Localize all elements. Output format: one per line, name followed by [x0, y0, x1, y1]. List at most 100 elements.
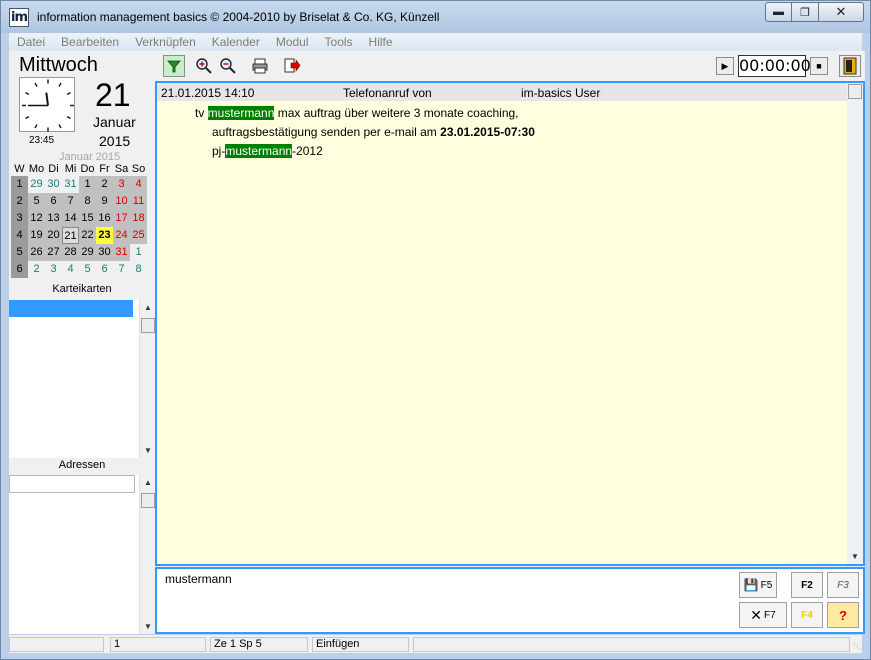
calendar-day[interactable]: 14: [62, 210, 79, 227]
adressen-list[interactable]: ▲ ▼: [9, 475, 155, 634]
calendar-day[interactable]: 8: [79, 193, 96, 210]
calendar-day-selected[interactable]: 21: [62, 227, 79, 244]
calendar-week-number[interactable]: 4: [11, 227, 28, 244]
search-input[interactable]: mustermann: [165, 572, 232, 586]
export-button[interactable]: [281, 55, 303, 77]
f3-button[interactable]: F3: [827, 572, 859, 598]
note-text-area[interactable]: tv mustermann max auftrag über weitere 3…: [157, 101, 847, 564]
calendar-day[interactable]: 27: [45, 244, 62, 261]
calendar-day[interactable]: 1: [79, 176, 96, 193]
timer-display: 00:00:00: [738, 55, 811, 77]
calendar-day[interactable]: 30: [45, 176, 62, 193]
menu-bar: Datei Bearbeiten Verknüpfen Kalender Mod…: [9, 33, 862, 51]
calendar-day[interactable]: 4: [130, 176, 147, 193]
calendar-day[interactable]: 24: [113, 227, 130, 244]
menu-tools[interactable]: Tools: [317, 35, 361, 49]
timer-stop-button[interactable]: ■: [810, 57, 828, 75]
timer-start-button[interactable]: ▶: [716, 57, 734, 75]
calendar-day[interactable]: 8: [130, 261, 147, 278]
calendar-week-number[interactable]: 5: [11, 244, 28, 261]
scroll-thumb[interactable]: [141, 318, 155, 333]
calendar-day[interactable]: 6: [96, 261, 113, 278]
exit-button[interactable]: [839, 55, 861, 77]
note-scrollbar[interactable]: ▼: [847, 83, 863, 564]
export-icon: [284, 58, 301, 73]
calendar-day[interactable]: 3: [113, 176, 130, 193]
calendar-day[interactable]: 16: [96, 210, 113, 227]
door-exit-icon: [843, 57, 857, 75]
scroll-down-icon[interactable]: ▼: [847, 549, 863, 564]
scroll-up-icon[interactable]: ▲: [140, 475, 156, 490]
calendar-day[interactable]: 2: [96, 176, 113, 193]
button-label: F2: [801, 579, 813, 591]
save-button[interactable]: 💾 F5: [739, 572, 777, 598]
app-logo-icon[interactable]: im: [9, 8, 29, 27]
calendar-day[interactable]: 29: [79, 244, 96, 261]
karteikarten-list[interactable]: ▲ ▼: [9, 300, 155, 458]
scroll-thumb[interactable]: [848, 84, 862, 99]
calendar-day[interactable]: 13: [45, 210, 62, 227]
calendar-day[interactable]: 20: [45, 227, 62, 244]
close-button[interactable]: ✕: [819, 2, 864, 22]
calendar-day[interactable]: 4: [62, 261, 79, 278]
calendar-day[interactable]: 29: [28, 176, 45, 193]
calendar-day[interactable]: 30: [96, 244, 113, 261]
calendar-day[interactable]: 11: [130, 193, 147, 210]
calendar-day[interactable]: 7: [62, 193, 79, 210]
calendar-day[interactable]: 10: [113, 193, 130, 210]
menu-datei[interactable]: Datei: [9, 35, 53, 49]
menu-modul[interactable]: Modul: [268, 35, 317, 49]
print-button[interactable]: [249, 55, 271, 77]
clock-tick: [58, 124, 62, 129]
f4-button[interactable]: F4: [791, 602, 823, 628]
menu-verknuepfen[interactable]: Verknüpfen: [127, 35, 204, 49]
zoom-out-button[interactable]: [217, 55, 239, 77]
scroll-up-icon[interactable]: ▲: [140, 300, 156, 315]
calendar-week-number[interactable]: 3: [11, 210, 28, 227]
maximize-button[interactable]: ❐: [792, 2, 819, 22]
menu-hilfe[interactable]: Hilfe: [361, 35, 401, 49]
calendar-day[interactable]: 28: [62, 244, 79, 261]
scroll-thumb[interactable]: [141, 493, 155, 508]
f2-button[interactable]: F2: [791, 572, 823, 598]
calendar-day[interactable]: 3: [45, 261, 62, 278]
help-button[interactable]: ?: [827, 602, 859, 628]
filter-button[interactable]: [163, 55, 185, 77]
cancel-button[interactable]: ✕ F7: [739, 602, 787, 628]
calendar-day-today[interactable]: 23: [96, 227, 113, 244]
calendar-day[interactable]: 25: [130, 227, 147, 244]
zoom-in-button[interactable]: [193, 55, 215, 77]
calendar-day[interactable]: 17: [113, 210, 130, 227]
calendar-day[interactable]: 7: [113, 261, 130, 278]
calendar-day[interactable]: 1: [130, 244, 147, 261]
calendar-day[interactable]: 31: [62, 176, 79, 193]
calendar-day[interactable]: 26: [28, 244, 45, 261]
calendar-day[interactable]: 18: [130, 210, 147, 227]
calendar-day[interactable]: 19: [28, 227, 45, 244]
analog-clock: [19, 77, 75, 132]
calendar-day[interactable]: 9: [96, 193, 113, 210]
scroll-down-icon[interactable]: ▼: [140, 443, 156, 458]
calendar-day[interactable]: 2: [28, 261, 45, 278]
calendar-week-number[interactable]: 6: [11, 261, 28, 278]
calendar-day[interactable]: 6: [45, 193, 62, 210]
resize-grip-icon[interactable]: ⋱: [851, 642, 861, 652]
calendar-day[interactable]: 5: [28, 193, 45, 210]
menu-kalender[interactable]: Kalender: [204, 35, 268, 49]
menu-bearbeiten[interactable]: Bearbeiten: [53, 35, 127, 49]
stop-icon: ■: [816, 61, 822, 71]
karteikarten-scrollbar[interactable]: ▲ ▼: [139, 300, 155, 458]
calendar-day[interactable]: 12: [28, 210, 45, 227]
calendar-week-number[interactable]: 2: [11, 193, 28, 210]
title-bar[interactable]: im information management basics © 2004-…: [1, 1, 870, 33]
minimize-button[interactable]: ▬: [765, 2, 792, 22]
calendar-day[interactable]: 22: [79, 227, 96, 244]
calendar-day[interactable]: 15: [79, 210, 96, 227]
scroll-down-icon[interactable]: ▼: [140, 619, 156, 634]
adressen-search-input[interactable]: [9, 475, 135, 493]
calendar-day[interactable]: 5: [79, 261, 96, 278]
list-item[interactable]: [9, 300, 133, 317]
adressen-scrollbar[interactable]: ▲ ▼: [139, 475, 155, 634]
calendar-week-number[interactable]: 1: [11, 176, 28, 193]
calendar-day[interactable]: 31: [113, 244, 130, 261]
